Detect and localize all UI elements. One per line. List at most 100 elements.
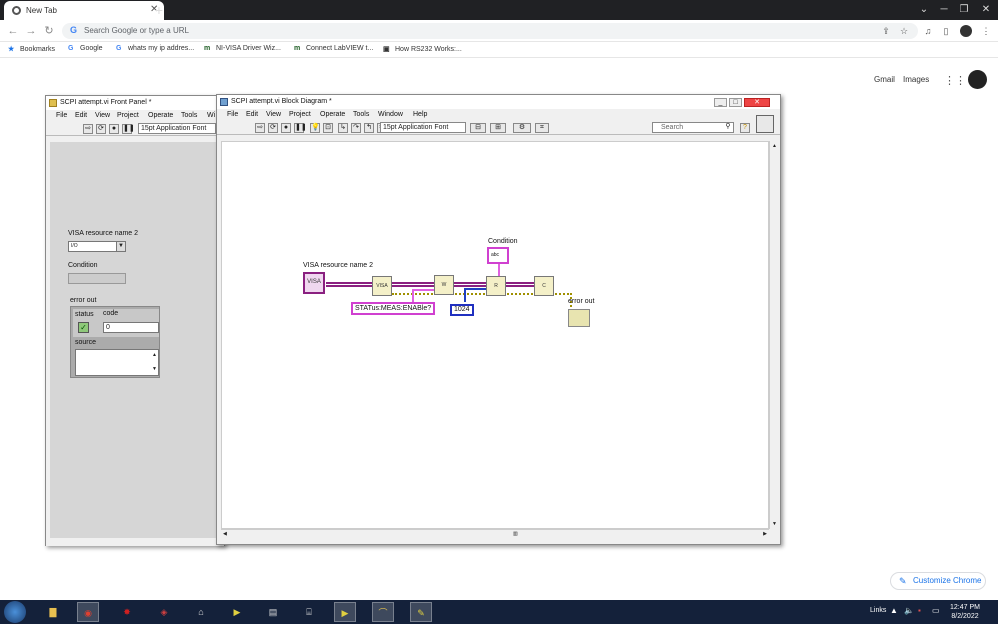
explorer-icon[interactable]: ▇ bbox=[42, 602, 64, 622]
front-panel-window[interactable]: SCPI attempt.vi Front Panel * File Edit … bbox=[45, 95, 225, 546]
pause-icon[interactable]: ❚❚ bbox=[294, 123, 307, 133]
visa-close-node[interactable]: C bbox=[534, 276, 554, 296]
app-icon[interactable]: ✸ bbox=[116, 602, 138, 622]
term-icon[interactable]: ⌂ bbox=[190, 602, 212, 622]
labview-icon[interactable]: ▶ bbox=[226, 602, 248, 622]
labview-icon[interactable]: ⌒ bbox=[372, 602, 394, 622]
scroll-down-icon[interactable]: ▼ bbox=[152, 365, 157, 374]
run-continuous-icon[interactable]: ⟳ bbox=[268, 123, 278, 133]
tab-new-tab[interactable]: New Tab ✕ bbox=[4, 1, 164, 20]
block-diagram-vscroll[interactable]: ▲ ▼ bbox=[769, 141, 779, 529]
system-clock[interactable]: 12:47 PM 8/2/2022 bbox=[950, 603, 980, 621]
account-avatar[interactable] bbox=[968, 70, 987, 89]
bookmark-item[interactable]: Gwhats my ip addres... bbox=[116, 45, 194, 52]
distribute-objects-icon[interactable]: ⊞ bbox=[490, 123, 506, 133]
labview-icon[interactable]: ▶ bbox=[334, 602, 356, 622]
close-icon[interactable]: ✕ bbox=[744, 98, 770, 107]
vi-icon[interactable] bbox=[756, 115, 774, 133]
condition-indicator-terminal[interactable]: abc bbox=[487, 247, 509, 264]
run-arrow-icon[interactable]: ⇨ bbox=[255, 123, 265, 133]
reorder-icon[interactable]: ⚙ bbox=[513, 123, 531, 133]
run-arrow-icon[interactable]: ⇨ bbox=[83, 124, 93, 134]
dropdown-arrow-icon[interactable]: ▼ bbox=[116, 242, 125, 251]
step-over-icon[interactable]: ↷ bbox=[351, 123, 361, 133]
command-string-constant[interactable]: STATus:MEAS:ENABle? bbox=[351, 302, 436, 315]
visa-open-node[interactable]: VISA bbox=[372, 276, 392, 296]
search-icon[interactable]: ⚲ bbox=[723, 123, 733, 133]
scroll-right-icon[interactable]: ▶ bbox=[763, 531, 767, 537]
menu-project[interactable]: Project bbox=[289, 111, 311, 118]
run-continuous-icon[interactable]: ⟳ bbox=[96, 124, 106, 134]
restore-icon[interactable]: ❐ bbox=[956, 2, 972, 18]
visa-write-node[interactable]: W bbox=[434, 275, 454, 295]
scroll-left-icon[interactable]: ◀ bbox=[223, 531, 227, 537]
app-icon[interactable]: ⌸ bbox=[298, 602, 320, 622]
network-icon[interactable]: ▪ bbox=[918, 606, 921, 615]
side-panel-icon[interactable]: ▯ bbox=[940, 25, 952, 37]
font-selector[interactable]: 15pt Application Font bbox=[380, 122, 466, 133]
bookmark-item[interactable]: m Connect LabVIEW t... bbox=[294, 45, 373, 52]
abort-icon[interactable]: ● bbox=[281, 123, 291, 133]
back-icon[interactable]: ← bbox=[6, 24, 20, 38]
scroll-down-icon[interactable]: ▼ bbox=[772, 521, 777, 527]
show-hidden-icon[interactable]: ▲ bbox=[890, 606, 898, 615]
scroll-thumb[interactable]: ▥ bbox=[513, 531, 518, 537]
menu-window[interactable]: Window bbox=[378, 111, 403, 118]
highlight-execution-icon[interactable]: 💡 bbox=[310, 123, 320, 133]
step-into-icon[interactable]: ↳ bbox=[338, 123, 348, 133]
align-objects-icon[interactable]: ⊟ bbox=[470, 123, 486, 133]
profile-avatar[interactable] bbox=[960, 25, 972, 37]
links-toolbar[interactable]: Links bbox=[870, 607, 886, 614]
app-icon[interactable]: ◈ bbox=[153, 602, 175, 622]
menu-file[interactable]: File bbox=[227, 111, 238, 118]
retain-wire-values-icon[interactable]: ⊡ bbox=[323, 123, 333, 133]
bookmark-item[interactable]: ★ Bookmarks bbox=[8, 45, 55, 53]
menu-edit[interactable]: Edit bbox=[75, 112, 87, 119]
address-bar[interactable]: G Search Google or type a URL bbox=[62, 23, 918, 39]
chrome-icon[interactable]: ◉ bbox=[77, 602, 99, 622]
menu-help[interactable]: Help bbox=[413, 111, 427, 118]
close-window-icon[interactable]: ✕ bbox=[978, 2, 994, 18]
restore-icon[interactable]: □ bbox=[729, 98, 742, 107]
start-button[interactable] bbox=[4, 601, 26, 623]
abort-icon[interactable]: ● bbox=[109, 124, 119, 134]
block-diagram-window[interactable]: SCPI attempt.vi Block Diagram * _ □ ✕ Fi… bbox=[216, 94, 781, 545]
cleanup-diagram-icon[interactable]: ⌗ bbox=[535, 123, 549, 133]
search-input[interactable]: Search bbox=[652, 122, 734, 133]
minimize-icon[interactable]: ─ bbox=[936, 2, 952, 18]
visa-read-node[interactable]: R bbox=[486, 276, 506, 296]
bookmark-item[interactable]: m NI-VISA Driver Wiz... bbox=[204, 45, 281, 52]
menu-operate[interactable]: Operate bbox=[148, 112, 173, 119]
tab-search-icon[interactable]: ⌄ bbox=[916, 2, 932, 18]
gmail-link[interactable]: Gmail bbox=[874, 75, 895, 84]
menu-view[interactable]: View bbox=[95, 112, 110, 119]
menu-tools[interactable]: Tools bbox=[353, 111, 369, 118]
step-out-icon[interactable]: ↰ bbox=[364, 123, 374, 133]
new-tab-button[interactable]: + bbox=[151, 2, 167, 18]
menu-window[interactable]: Wi bbox=[207, 112, 215, 119]
error-out-terminal[interactable] bbox=[568, 309, 590, 327]
pause-icon[interactable]: ❚❚ bbox=[122, 124, 135, 134]
font-selector[interactable]: 15pt Application Font bbox=[138, 123, 216, 134]
media-icon[interactable]: ♫ bbox=[922, 25, 934, 37]
volume-icon[interactable]: 🔈 bbox=[904, 606, 914, 615]
app-icon[interactable]: ✎ bbox=[410, 602, 432, 622]
menu-project[interactable]: Project bbox=[117, 112, 139, 119]
front-panel-canvas[interactable]: VISA resource name 2 I/O ▼ Condition err… bbox=[50, 142, 220, 538]
minimize-icon[interactable]: _ bbox=[714, 98, 727, 107]
action-center-icon[interactable]: ▭ bbox=[932, 606, 940, 615]
scroll-up-icon[interactable]: ▲ bbox=[152, 351, 157, 360]
scroll-up-icon[interactable]: ▲ bbox=[772, 143, 777, 149]
front-panel-hscroll[interactable] bbox=[46, 538, 224, 546]
menu-edit[interactable]: Edit bbox=[246, 111, 258, 118]
bookmark-item[interactable]: ▣ How RS232 Works:... bbox=[383, 45, 462, 53]
share-icon[interactable]: ⇪ bbox=[880, 25, 892, 37]
visa-resource-terminal[interactable]: VISA bbox=[303, 272, 325, 294]
menu-tools[interactable]: Tools bbox=[181, 112, 197, 119]
bookmark-star-icon[interactable]: ☆ bbox=[898, 25, 910, 37]
visa-resource-control[interactable]: I/O ▼ bbox=[68, 241, 126, 252]
block-diagram-canvas[interactable]: VISA resource name 2 VISA VISA W R C Con… bbox=[221, 141, 769, 529]
menu-operate[interactable]: Operate bbox=[320, 111, 345, 118]
block-diagram-hscroll[interactable]: ◀ ▥ ▶ bbox=[221, 529, 769, 539]
app-icon[interactable]: ▤ bbox=[262, 602, 284, 622]
